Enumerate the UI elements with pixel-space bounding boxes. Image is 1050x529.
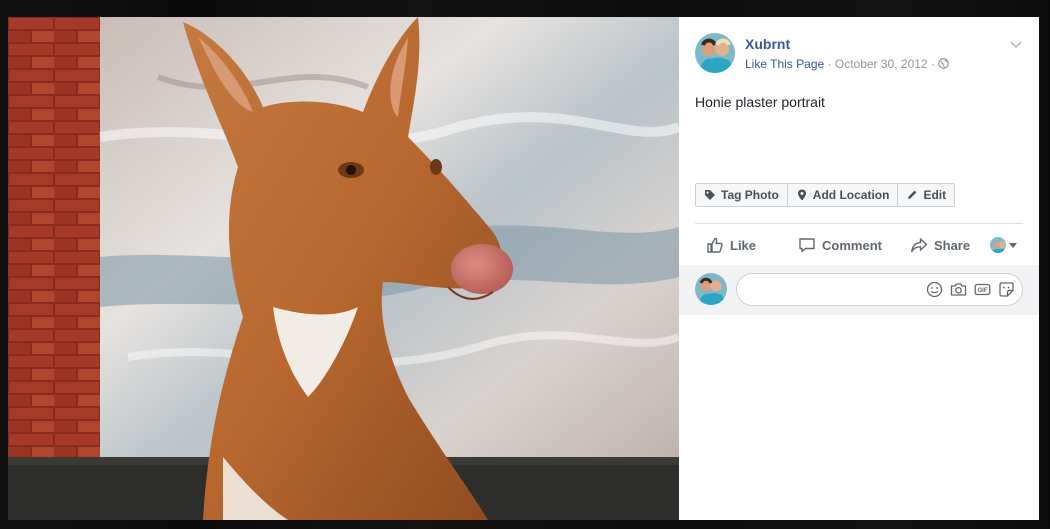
like-label: Like <box>730 237 757 253</box>
add-location-label: Add Location <box>812 188 890 202</box>
acting-as-avatar <box>990 237 1006 253</box>
author-name-link[interactable]: Xubrnt <box>745 36 790 52</box>
add-location-button[interactable]: Add Location <box>788 184 899 206</box>
camera-icon[interactable] <box>950 281 967 298</box>
comment-label: Comment <box>822 237 882 253</box>
meta-separator-2: · <box>930 57 935 71</box>
share-arrow-icon <box>911 238 928 253</box>
commenter-avatar <box>695 273 727 305</box>
comment-composer: GIF <box>679 265 1039 315</box>
author-avatar[interactable] <box>695 33 735 73</box>
location-pin-icon <box>797 189 806 201</box>
edit-button[interactable]: Edit <box>898 184 954 206</box>
tag-icon <box>705 190 715 200</box>
gif-icon[interactable]: GIF <box>974 281 991 298</box>
post-date[interactable]: October 30, 2012 <box>835 57 928 71</box>
post-caption: Honie plaster portrait <box>695 94 825 110</box>
svg-text:GIF: GIF <box>978 288 988 294</box>
share-label: Share <box>933 237 971 253</box>
thumbs-up-icon <box>707 237 723 253</box>
comment-button[interactable]: Comment <box>798 236 882 254</box>
comment-tools: GIF <box>926 281 1015 298</box>
sticker-icon[interactable] <box>998 281 1015 298</box>
post-actions-bar: Like Comment Share <box>695 230 1023 260</box>
chevron-down-icon[interactable] <box>1009 37 1023 51</box>
post-header: Xubrnt Like This Page · October 30, 2012… <box>695 33 1023 75</box>
speech-bubble-icon <box>799 238 815 253</box>
post-meta: Like This Page · October 30, 2012 · <box>745 57 950 71</box>
edit-label: Edit <box>923 188 947 202</box>
photo-dog-portrait <box>8 17 679 520</box>
like-page-link[interactable]: Like This Page <box>745 57 824 71</box>
smiley-icon[interactable] <box>926 281 943 298</box>
actions-divider <box>695 223 1023 224</box>
audience-selector[interactable] <box>990 237 1017 253</box>
post-details-panel: Xubrnt Like This Page · October 30, 2012… <box>679 17 1039 520</box>
photo-viewer[interactable] <box>8 17 679 520</box>
meta-separator-1: · <box>827 57 832 71</box>
share-button[interactable]: Share <box>910 236 970 254</box>
photo-tools-bar: Tag Photo Add Location Edit <box>695 183 956 207</box>
tag-photo-label: Tag Photo <box>721 188 779 202</box>
pencil-icon <box>908 190 917 199</box>
caret-down-icon <box>1009 242 1017 248</box>
like-button[interactable]: Like <box>706 236 756 254</box>
globe-icon[interactable] <box>938 58 950 69</box>
tag-photo-button[interactable]: Tag Photo <box>696 184 788 206</box>
